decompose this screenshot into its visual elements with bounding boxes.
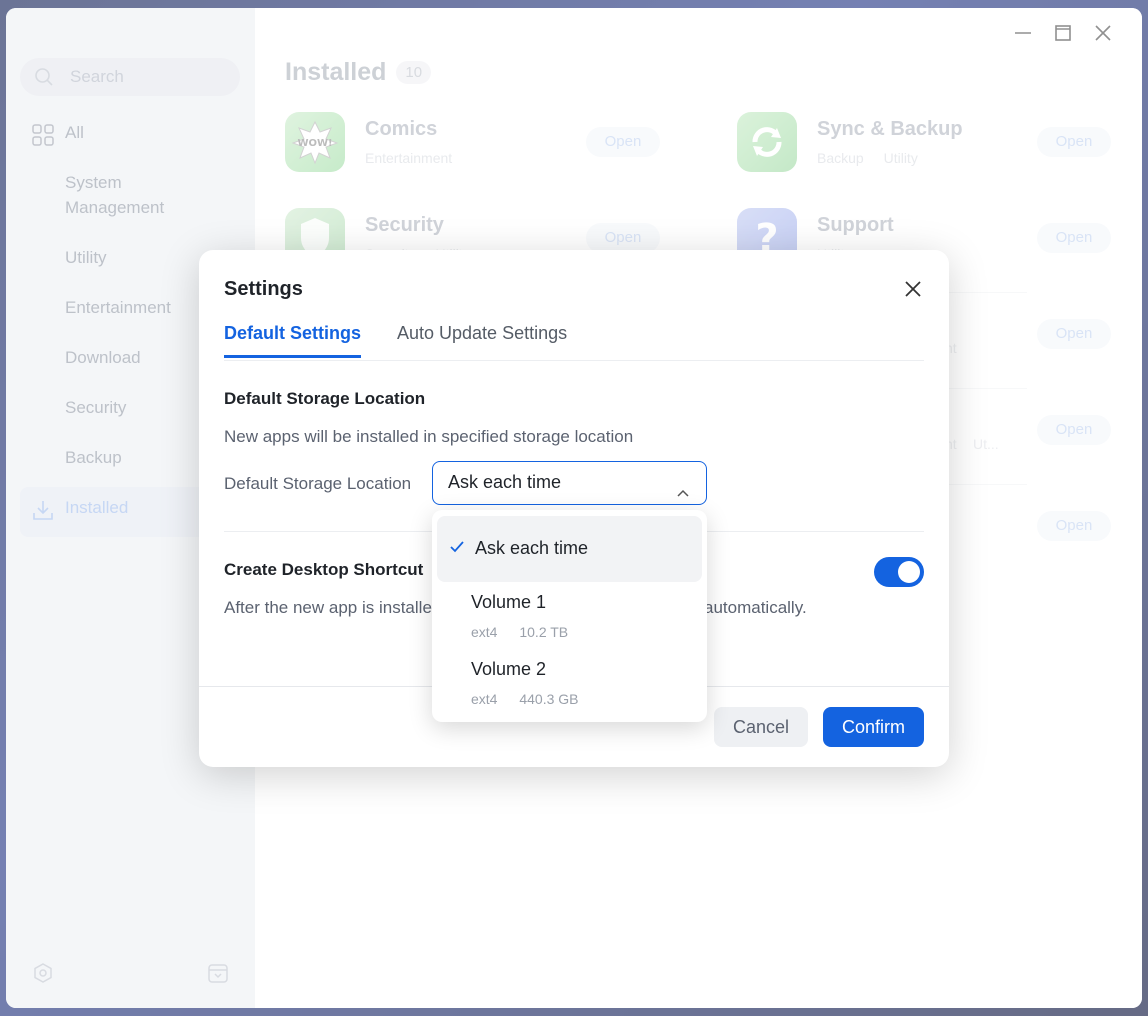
confirm-button[interactable]: Confirm <box>823 707 924 747</box>
select-value: Ask each time <box>448 472 562 492</box>
storage-field-label: Default Storage Location <box>224 474 412 493</box>
storage-section-title: Default Storage Location <box>224 389 426 408</box>
tab-auto-update-settings[interactable]: Auto Update Settings <box>397 323 567 356</box>
close-icon[interactable] <box>902 278 924 300</box>
chevron-up-icon <box>676 475 690 515</box>
cancel-button[interactable]: Cancel <box>714 707 808 747</box>
toggle-knob <box>898 561 920 583</box>
option-label: Ask each time <box>475 538 589 558</box>
option-label: Volume 2 <box>471 659 547 679</box>
volume-size: 10.2 TB <box>519 624 569 640</box>
dropdown-option-ask-each-time[interactable]: Ask each time <box>437 516 702 582</box>
option-details: ext4 440.3 GB <box>471 691 597 707</box>
volume-size: 440.3 GB <box>519 691 579 707</box>
shortcut-toggle[interactable] <box>874 557 924 587</box>
storage-dropdown-menu: Ask each time Volume 1 ext4 10.2 TB Volu… <box>432 510 707 722</box>
storage-location-select[interactable]: Ask each time <box>432 461 707 505</box>
shortcut-section-desc-end: automatically. <box>704 598 807 617</box>
dropdown-option-volume-1[interactable]: Volume 1 ext4 10.2 TB <box>437 590 702 652</box>
filesystem-type: ext4 <box>471 624 498 640</box>
check-icon <box>449 540 465 559</box>
dialog-title: Settings <box>224 278 303 300</box>
settings-tabs: Default Settings Auto Update Settings <box>224 320 924 361</box>
shortcut-section-title: Create Desktop Shortcut <box>224 560 424 579</box>
tab-default-settings[interactable]: Default Settings <box>224 323 362 358</box>
option-details: ext4 10.2 TB <box>471 624 586 640</box>
dropdown-option-volume-2[interactable]: Volume 2 ext4 440.3 GB <box>437 657 702 719</box>
storage-section-desc: New apps will be installed in specified … <box>224 427 634 446</box>
filesystem-type: ext4 <box>471 691 498 707</box>
shortcut-section-desc: After the new app is installe <box>224 598 432 617</box>
option-label: Volume 1 <box>471 592 547 612</box>
